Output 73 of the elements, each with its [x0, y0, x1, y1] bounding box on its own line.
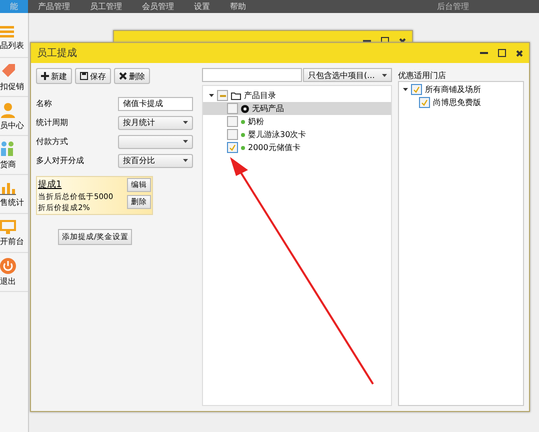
menu-item[interactable]: 后台管理 — [437, 1, 469, 12]
tree-item[interactable]: 无码产品 — [203, 102, 391, 115]
status-dot-icon — [241, 132, 245, 136]
close-icon[interactable] — [516, 50, 523, 56]
sidebar-item[interactable]: 开前台 — [0, 236, 24, 246]
tree-label: 所有商铺及场所 — [425, 84, 481, 95]
status-dot-icon — [241, 146, 245, 150]
tree-item[interactable]: 所有商铺及场所 — [399, 83, 523, 96]
sidebar-item[interactable]: 售统计 — [0, 196, 24, 208]
expand-caret-icon[interactable] — [403, 87, 408, 92]
checkbox[interactable] — [227, 103, 238, 114]
tree-label: 无码产品 — [252, 103, 284, 114]
status-dot-icon — [241, 120, 245, 124]
tree-item[interactable]: 产品目录 — [203, 89, 391, 102]
sidebar-item[interactable]: 退出 — [0, 276, 16, 286]
field-label: 名称 — [36, 98, 53, 109]
filter-dropdown[interactable]: 只包含选中项目(... — [303, 68, 392, 82]
bar-chart-icon — [0, 180, 16, 194]
dropdown-caret-icon — [382, 74, 387, 76]
sidebar-item[interactable]: 品列表 — [0, 40, 24, 50]
tree-label: 尚博思免费版 — [433, 97, 481, 108]
rule-title: 提成1 — [38, 178, 63, 191]
tag-icon — [0, 62, 16, 78]
minimize-icon[interactable] — [363, 40, 371, 42]
tree-label: 2000元储值卡 — [248, 142, 300, 153]
menu-item[interactable]: 产品管理 — [28, 0, 80, 13]
sidebar-item[interactable]: 扣促销 — [0, 80, 24, 92]
dropdown[interactable] — [118, 134, 193, 148]
tree-label: 产品目录 — [244, 90, 276, 101]
field-label: 多人对开分成 — [36, 155, 85, 166]
field-label: 统计周期 — [36, 117, 69, 128]
tree-label: 奶粉 — [248, 116, 264, 127]
person-icon — [0, 102, 16, 118]
close-icon[interactable] — [399, 38, 406, 44]
tree-label: 婴儿游泳30次卡 — [248, 129, 306, 140]
menu-item[interactable]: 会员管理 — [132, 0, 184, 13]
tree-item[interactable]: 2000元储值卡 — [203, 141, 391, 154]
list-icon — [0, 26, 14, 38]
menu-item[interactable]: 员工管理 — [80, 0, 132, 13]
maximize-icon[interactable] — [498, 49, 506, 57]
save-icon — [80, 72, 88, 80]
field-label: 付款方式 — [36, 136, 69, 147]
checkbox[interactable] — [227, 116, 238, 127]
toolbar-button[interactable]: 删除 — [114, 68, 150, 84]
dropdown-caret-icon — [183, 140, 188, 143]
monitor-icon — [0, 220, 16, 234]
sidebar-item[interactable]: 货商 — [0, 158, 16, 170]
checkbox[interactable] — [217, 90, 228, 101]
checkbox[interactable] — [227, 142, 238, 153]
checkbox[interactable] — [227, 129, 238, 140]
people-icon — [0, 140, 14, 156]
sidebar-item[interactable]: 员中心 — [0, 120, 24, 130]
close-icon — [119, 72, 127, 80]
window-title: 员工提成 — [37, 46, 77, 60]
dropdown-caret-icon — [183, 159, 188, 162]
folder-icon — [231, 92, 241, 100]
dropdown-caret-icon — [183, 121, 188, 124]
tree-item[interactable]: 婴儿游泳30次卡 — [203, 128, 391, 141]
tree-item[interactable]: 奶粉 — [203, 115, 391, 128]
badge-icon — [241, 104, 249, 112]
input-field[interactable]: 储值卡提成 — [118, 96, 193, 110]
checkbox[interactable] — [411, 84, 422, 95]
plus-icon — [41, 72, 49, 80]
tree-item[interactable]: 尚博思免费版 — [399, 96, 523, 109]
menu-item[interactable]: 设置 — [184, 0, 220, 13]
checkbox[interactable] — [419, 97, 430, 108]
menu-item[interactable]: 帮助 — [220, 0, 256, 13]
toolbar-button[interactable]: 新建 — [36, 68, 72, 84]
dropdown[interactable]: 按百分比 — [118, 154, 193, 168]
section-label: 优惠适用门店 — [398, 70, 447, 81]
toolbar-button[interactable]: 保存 — [75, 68, 111, 84]
search-field[interactable] — [202, 68, 302, 82]
dropdown[interactable]: 按月统计 — [118, 116, 193, 130]
